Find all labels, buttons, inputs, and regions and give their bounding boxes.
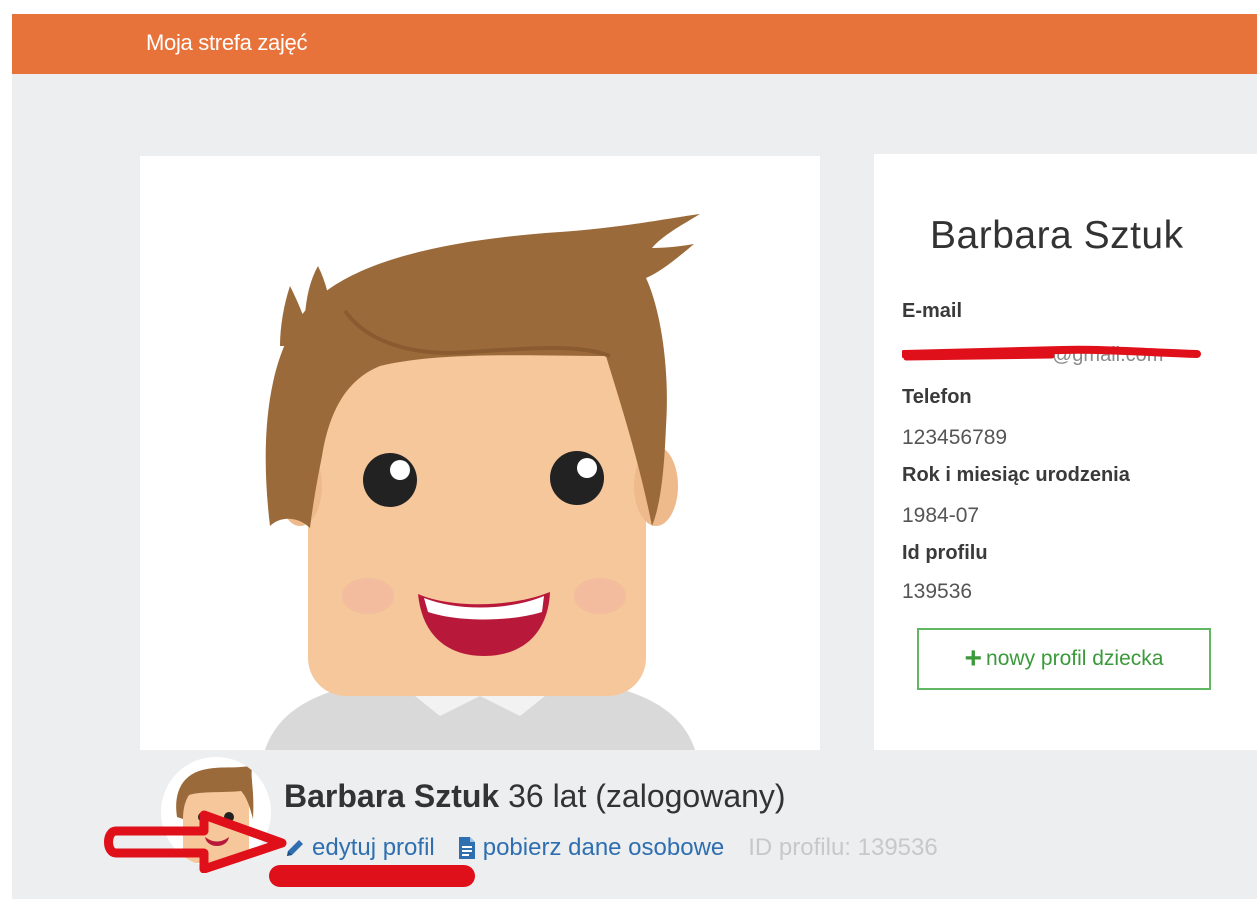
profile-info-card: Barbara Sztuk E-mail @gmail.com Telefon …: [874, 154, 1257, 750]
profile-id-text: ID profilu: 139536: [748, 834, 938, 861]
download-personal-data-link[interactable]: pobierz dane osobowe: [457, 834, 725, 862]
edit-profile-link[interactable]: edytuj profil: [284, 834, 435, 862]
email-value: @gmail.com: [902, 340, 1202, 372]
phone-value: 123456789: [902, 426, 1008, 449]
redaction-scribble: [902, 345, 1201, 361]
edit-profile-label: edytuj profil: [312, 834, 435, 861]
phone-label: Telefon: [902, 386, 972, 408]
profile-id-label: Id profilu: [902, 542, 988, 564]
profile-id-value: 139536: [902, 580, 973, 603]
new-child-profile-button[interactable]: + nowy profil dziecka: [917, 628, 1211, 690]
plus-icon: +: [964, 642, 983, 675]
email-label: E-mail: [902, 300, 963, 322]
annotation-arrow: [104, 810, 287, 873]
profile-photo-card: [140, 156, 820, 750]
profile-summary-line: Barbara Sztuk 36 lat (zalogowany): [284, 778, 786, 815]
topbar-title[interactable]: Moja strefa zajęć: [146, 30, 308, 56]
birth-label: Rok i miesiąc urodzenia: [902, 464, 1130, 486]
document-icon: [458, 837, 475, 859]
cartoon-avatar-image: [265, 214, 700, 750]
summary-name: Barbara Sztuk: [284, 778, 500, 814]
top-bar: Moja strefa zajęć: [12, 14, 1257, 74]
new-child-button-label: nowy profil dziecka: [986, 647, 1164, 670]
birth-value: 1984-07: [902, 504, 980, 527]
page-background: Moja strefa zajęć Barbara Sztuk E-mail @…: [12, 14, 1257, 899]
download-personal-data-label: pobierz dane osobowe: [482, 834, 725, 861]
profile-name-heading: Barbara Sztuk: [930, 214, 1184, 257]
summary-age: 36 lat (zalogowany): [508, 778, 786, 814]
profile-links: edytuj profil pobierz dane osobowe ID pr…: [284, 834, 938, 862]
annotation-underline: [269, 865, 475, 887]
